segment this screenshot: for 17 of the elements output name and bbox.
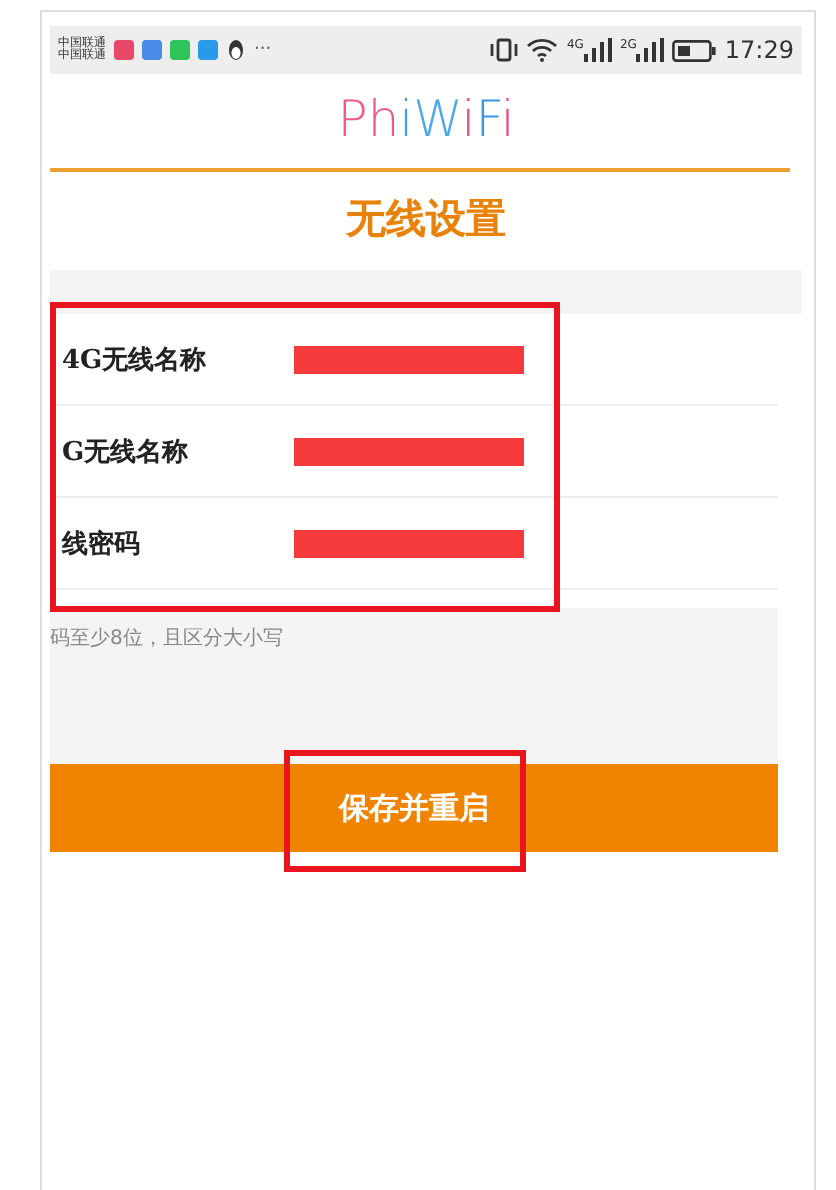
clock-time: 17:29 xyxy=(724,36,794,64)
more-notifications: ··· xyxy=(254,40,272,60)
page-title: 无线设置 xyxy=(346,192,506,246)
save-restart-button[interactable]: 保存并重启 xyxy=(50,764,778,852)
app-notification-icon xyxy=(198,40,218,60)
battery-icon xyxy=(672,39,717,61)
field-label: 4G无线名称 xyxy=(62,343,209,377)
wifi-icon xyxy=(526,38,559,62)
logo: PhiWiFi xyxy=(337,88,515,152)
hint-text: 码至少8位，且区分大小写 xyxy=(50,625,283,652)
signal-icon xyxy=(583,38,612,62)
penguin-icon xyxy=(226,38,246,62)
signal-icon xyxy=(636,38,665,62)
chat-notification-icon xyxy=(170,40,190,60)
vibrate-icon xyxy=(490,38,519,62)
field-label: G无线名称 xyxy=(62,435,191,469)
field-label: 线密码 xyxy=(62,527,142,561)
